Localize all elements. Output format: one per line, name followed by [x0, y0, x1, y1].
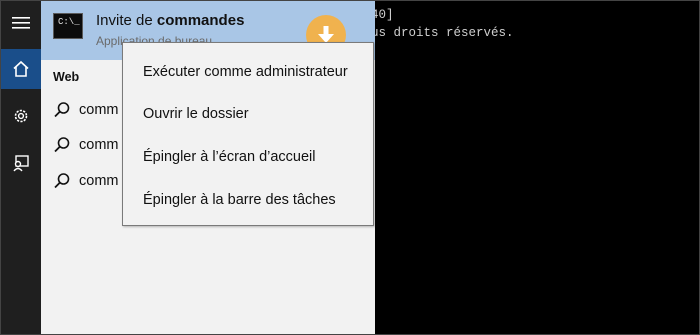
search-icon	[53, 136, 71, 159]
gear-icon[interactable]	[0, 96, 41, 136]
hamburger-icon[interactable]	[0, 3, 41, 43]
command-prompt-icon: C:\_	[53, 13, 83, 39]
web-result-label: comm	[79, 137, 119, 153]
search-icon	[53, 101, 71, 124]
home-icon[interactable]	[0, 49, 41, 89]
console-window: 40] us droits réservés.	[371, 0, 700, 335]
person-feedback-icon[interactable]	[0, 143, 41, 183]
menu-item-pin-to-taskbar[interactable]: Épingler à la barre des tâches	[143, 192, 336, 208]
web-result-label: comm	[79, 173, 119, 189]
menu-item-open-folder[interactable]: Ouvrir le dossier	[143, 106, 249, 122]
web-section-label: Web	[53, 70, 80, 84]
web-result-label: comm	[79, 102, 119, 118]
menu-item-pin-to-start[interactable]: Épingler à l’écran d’accueil	[143, 149, 316, 165]
console-line: us droits réservés.	[371, 26, 514, 40]
start-rail	[0, 0, 41, 335]
menu-item-run-as-admin[interactable]: Exécuter comme administrateur	[143, 64, 348, 80]
best-match-title: Invite de commandes	[96, 12, 245, 29]
context-menu: Exécuter comme administrateur Ouvrir le …	[122, 42, 374, 226]
search-icon	[53, 172, 71, 195]
